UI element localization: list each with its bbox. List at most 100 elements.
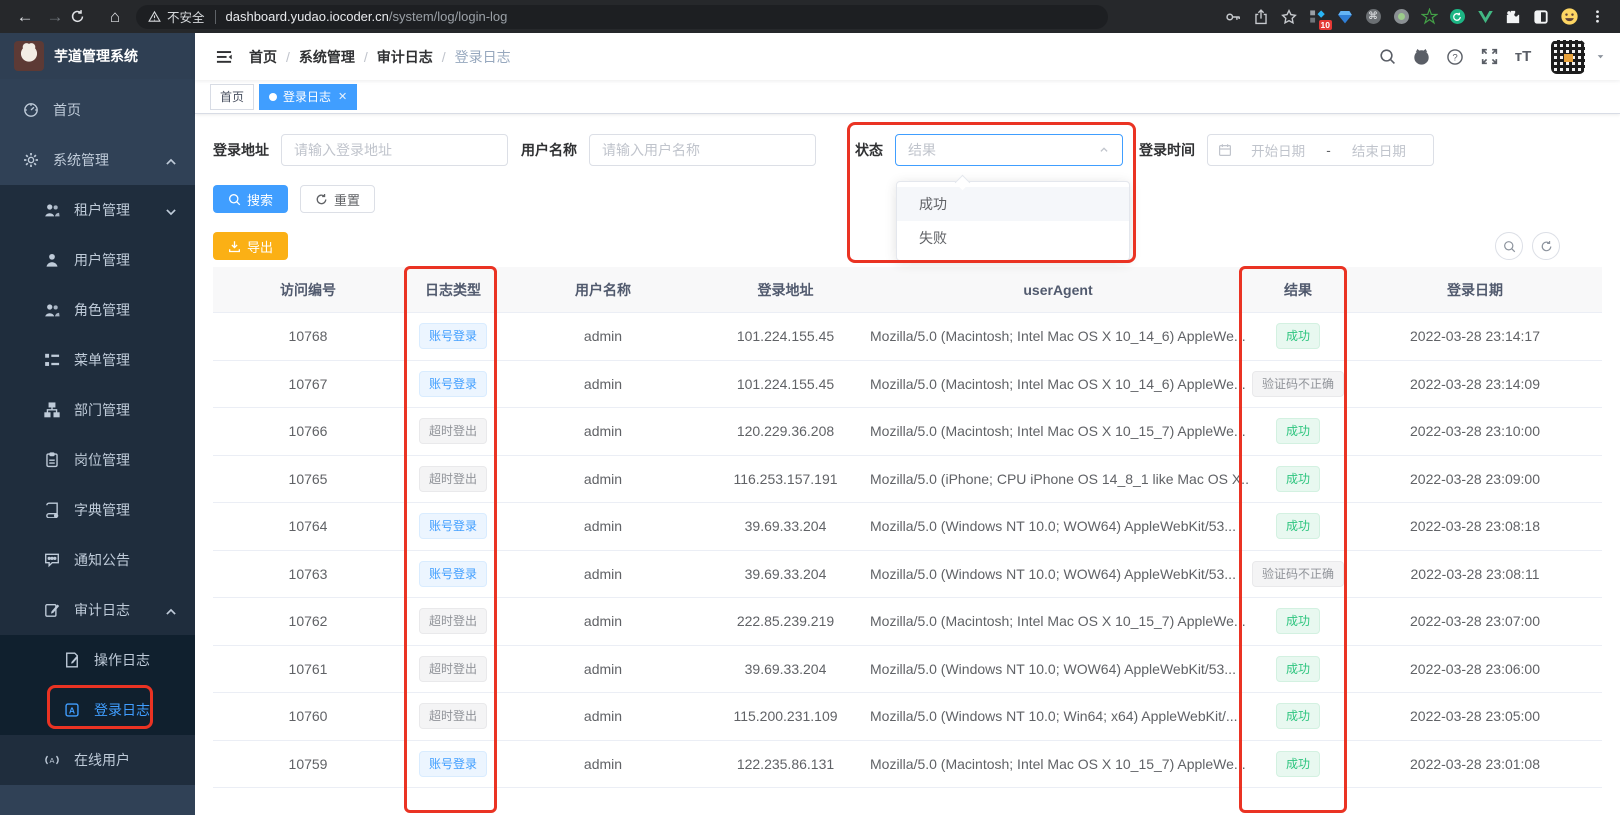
login-time-range-picker[interactable]: 开始日期 - 结束日期: [1207, 134, 1434, 166]
log-type-tag: 超时登出: [418, 608, 487, 635]
sync-extension-icon[interactable]: [1444, 5, 1470, 29]
extensions-puzzle-icon[interactable]: [1500, 5, 1526, 29]
tab-login-log[interactable]: 登录日志 ✕: [259, 83, 358, 110]
username-input[interactable]: [589, 134, 816, 166]
fullscreen-icon[interactable]: [1477, 45, 1501, 69]
sidebar-item-login-log[interactable]: A 登录日志: [0, 685, 195, 735]
cell-user-agent: Mozilla/5.0 (Windows NT 10.0; Win64; x64…: [870, 708, 1238, 725]
breadcrumb: 首页 / 系统管理 / 审计日志 / 登录日志: [249, 47, 511, 67]
log-type-tag: 超时登出: [418, 655, 487, 682]
end-date-placeholder[interactable]: 结束日期: [1335, 140, 1423, 160]
url-host: dashboard.yudao.iocoder.cn: [225, 9, 389, 24]
tab-label: 登录日志: [283, 90, 332, 104]
browser-menu-icon[interactable]: [1584, 5, 1610, 29]
log-type-tag: 超时登出: [418, 465, 487, 492]
browser-back-button[interactable]: ←: [10, 7, 40, 27]
avatar-caret-down-icon[interactable]: [1595, 51, 1606, 62]
sidebar-item-audit-log[interactable]: 审计日志: [0, 585, 195, 635]
password-key-icon[interactable]: [1220, 5, 1246, 29]
export-button[interactable]: 导出: [213, 232, 289, 260]
warning-icon: [148, 10, 161, 22]
header-search-icon[interactable]: [1375, 45, 1399, 69]
menu-tree-icon: [44, 352, 60, 368]
sidebar-item-role-management[interactable]: 角色管理: [0, 285, 195, 335]
badge-icon: [44, 452, 60, 468]
help-question-icon[interactable]: ?: [1443, 45, 1467, 69]
breadcrumb-system[interactable]: 系统管理: [299, 47, 355, 67]
cell-login-date: 2022-03-28 23:06:00: [1410, 660, 1540, 677]
search-button[interactable]: 搜索: [213, 185, 289, 213]
tab-home[interactable]: 首页: [210, 83, 255, 110]
table-body: 10768 账号登录 admin 101.224.155.45 Mozilla/5.0 …: [213, 313, 1602, 788]
site-security-indicator[interactable]: 不安全: [148, 7, 205, 26]
sidebar-fold-button[interactable]: [215, 48, 233, 66]
cell-user-agent: Mozilla/5.0 (Macintosh; Intel Mac OS X 1…: [870, 755, 1246, 772]
bookmark-star-icon[interactable]: [1276, 5, 1302, 29]
table-row: 10766 超时登出 admin 120.229.36.208 Mozilla/5.0 …: [213, 408, 1602, 456]
status-select[interactable]: 结果: [895, 134, 1123, 166]
table-row: 10759 账号登录 admin 122.235.86.131 Mozilla/5.0 …: [213, 740, 1602, 788]
pentagram-extension-icon[interactable]: [1416, 5, 1442, 29]
audit-log-icon: [44, 602, 60, 618]
browser-reload-button[interactable]: [70, 9, 100, 24]
tab-close-icon[interactable]: ✕: [338, 90, 347, 103]
cell-result: 成功: [1248, 655, 1348, 682]
breadcrumb-separator: /: [286, 48, 290, 65]
sidebar-item-user-management[interactable]: 用户管理: [0, 235, 195, 285]
status-option-0[interactable]: 成功: [897, 187, 1129, 221]
login-address-input[interactable]: [281, 134, 508, 166]
browser-forward-button[interactable]: →: [40, 7, 70, 27]
tab-group-icon[interactable]: [1528, 5, 1554, 29]
gear-icon: [23, 152, 39, 168]
url-text: dashboard.yudao.iocoder.cn/system/log/lo…: [226, 9, 508, 24]
status-option-1[interactable]: 失败: [897, 221, 1129, 255]
sidebar-item-online-users[interactable]: A 在线用户: [0, 735, 195, 785]
github-icon[interactable]: [1409, 45, 1433, 69]
user-avatar[interactable]: [1551, 39, 1585, 74]
command-extension-icon[interactable]: ⌘: [1360, 5, 1386, 29]
sidebar-item-system-management[interactable]: 系统管理: [0, 135, 195, 185]
cell-log-type: 超时登出: [403, 703, 503, 730]
sidebar-item-dict-management[interactable]: 字典管理: [0, 485, 195, 535]
sidebar-item-post-management[interactable]: 岗位管理: [0, 435, 195, 485]
share-icon[interactable]: [1248, 5, 1274, 29]
hide-search-button[interactable]: [1495, 232, 1523, 260]
recorder-extension-icon[interactable]: [1388, 5, 1414, 29]
profile-avatar-icon[interactable]: [1556, 5, 1582, 29]
sidebar-item-home[interactable]: 首页: [0, 85, 195, 135]
cell-login-address: 39.69.33.204: [744, 660, 827, 677]
sidebar-item-label: 部门管理: [74, 402, 130, 418]
sidebar-item-menu-management[interactable]: 菜单管理: [0, 335, 195, 385]
gem-extension-icon[interactable]: [1332, 5, 1358, 29]
breadcrumb-home[interactable]: 首页: [249, 47, 277, 67]
breadcrumb-login-log: 登录日志: [454, 48, 511, 65]
vue-devtools-icon[interactable]: [1472, 5, 1498, 29]
tab-manager-extension-icon[interactable]: 10: [1304, 5, 1332, 30]
login-address-label: 登录地址: [213, 142, 269, 158]
sidebar-item-department-management[interactable]: 部门管理: [0, 385, 195, 435]
reset-button[interactable]: 重置: [300, 185, 376, 213]
cell-login-date: 2022-03-28 23:14:09: [1410, 375, 1540, 392]
cell-user-agent: Mozilla/5.0 (Macintosh; Intel Mac OS X 1…: [870, 613, 1246, 630]
refresh-table-button[interactable]: [1532, 232, 1560, 260]
browser-home-button[interactable]: ⌂: [100, 7, 130, 27]
sidebar-item-notice-announcement[interactable]: 通知公告: [0, 535, 195, 585]
start-date-placeholder[interactable]: 开始日期: [1234, 140, 1322, 160]
cell-login-date: 2022-03-28 23:08:18: [1410, 518, 1540, 535]
cell-login-address: 39.69.33.204: [744, 565, 827, 582]
sidebar-item-tenant-management[interactable]: 租户管理: [0, 185, 195, 235]
column-header-6: 登录日期: [1447, 281, 1503, 298]
cell-username: admin: [583, 470, 623, 487]
app-logo-row[interactable]: 芋道管理系统: [0, 33, 195, 79]
font-size-icon[interactable]: тT: [1511, 45, 1535, 69]
cell-login-address: 115.200.231.109: [733, 708, 838, 725]
cell-username: admin: [583, 565, 623, 582]
address-bar[interactable]: 不安全 dashboard.yudao.iocoder.cn/system/lo…: [136, 4, 1108, 29]
breadcrumb-audit-log[interactable]: 审计日志: [377, 47, 433, 67]
sidebar-item-operation-log[interactable]: 操作日志: [0, 635, 195, 685]
export-button-label: 导出: [247, 239, 274, 255]
users-icon: [44, 302, 60, 318]
cell-user-agent: Mozilla/5.0 (Windows NT 10.0; WOW64) App…: [870, 565, 1236, 582]
sidebar-item-label: 通知公告: [74, 552, 130, 568]
cell-result: 成功: [1248, 418, 1348, 445]
